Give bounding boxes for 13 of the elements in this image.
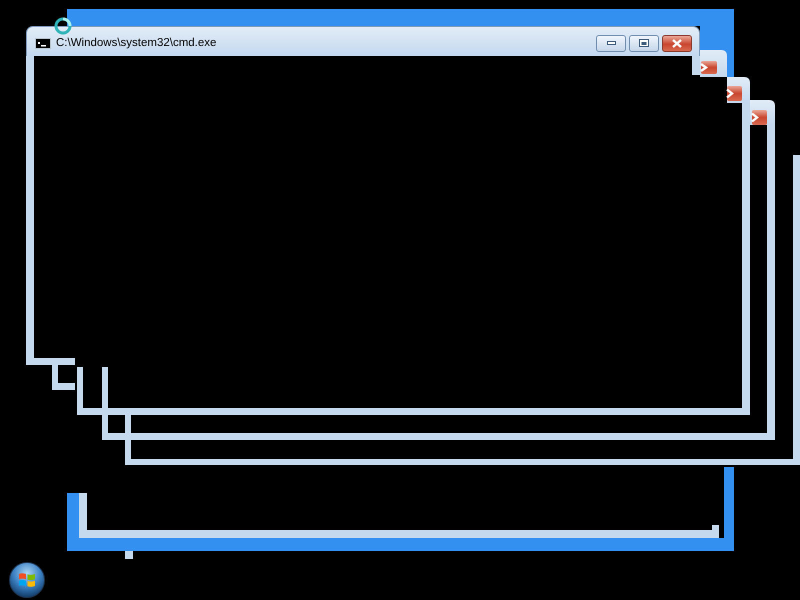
frame-fragment bbox=[125, 551, 133, 559]
minimize-icon bbox=[606, 41, 616, 45]
maximize-icon bbox=[639, 39, 649, 47]
close-button[interactable] bbox=[662, 34, 692, 52]
loading-cursor-icon bbox=[54, 17, 72, 35]
terminal-icon bbox=[35, 38, 51, 48]
close-icon bbox=[672, 38, 682, 48]
window-title: C:\Windows\system32\cmd.exe bbox=[56, 36, 216, 50]
minimize-button[interactable] bbox=[596, 34, 626, 52]
flag-icon bbox=[18, 572, 36, 588]
close-button[interactable] bbox=[726, 86, 742, 101]
start-button[interactable] bbox=[9, 562, 45, 598]
maximize-button[interactable] bbox=[629, 34, 659, 52]
